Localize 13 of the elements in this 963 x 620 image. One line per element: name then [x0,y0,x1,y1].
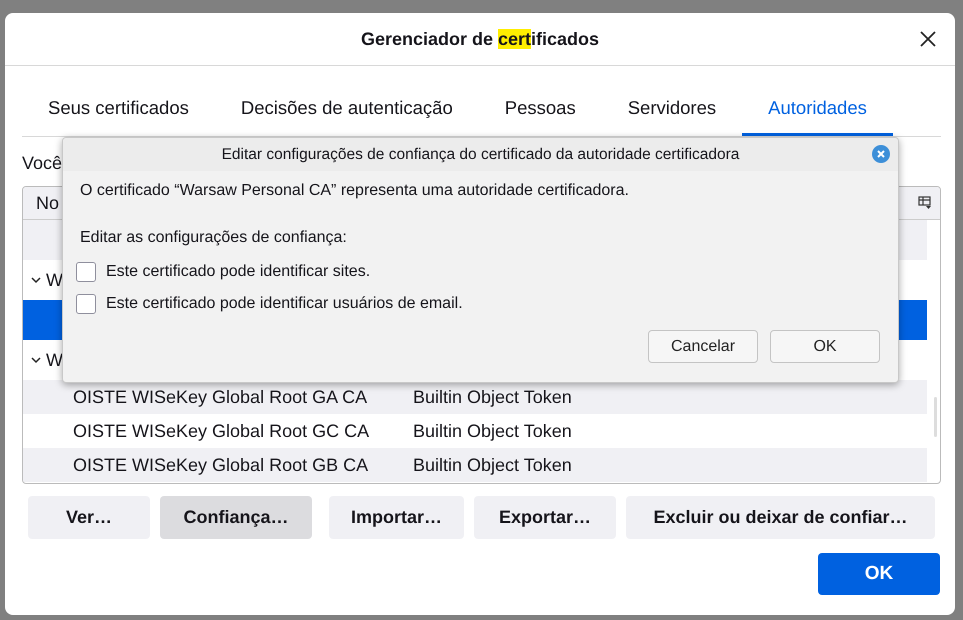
dialog-title: Editar configurações de confiança do certificado da autoridade certificadora [222,146,740,164]
certificate-name: OISTE WISeKey Global Root GA CA [72,386,368,408]
intro-text: Você [22,153,62,174]
token-name: Builtin Object Token [413,454,572,476]
token-name: Builtin Object Token [413,420,572,442]
window-title: Gerenciador de certificados [360,28,600,50]
section-label: Editar as configurações de confiança: [80,229,348,247]
dialog-message: O certificado “Warsaw Personal CA” representa uma autoridade certificadora. [80,182,630,200]
certificate-name: OISTE WISeKey Global Root GC CA [72,420,370,442]
certificate-name: OISTE WISeKey Global Root GB CA [72,454,370,476]
group-name: W [46,350,63,370]
token-name: Builtin Object Token [413,386,572,408]
group-name: W [46,270,63,290]
